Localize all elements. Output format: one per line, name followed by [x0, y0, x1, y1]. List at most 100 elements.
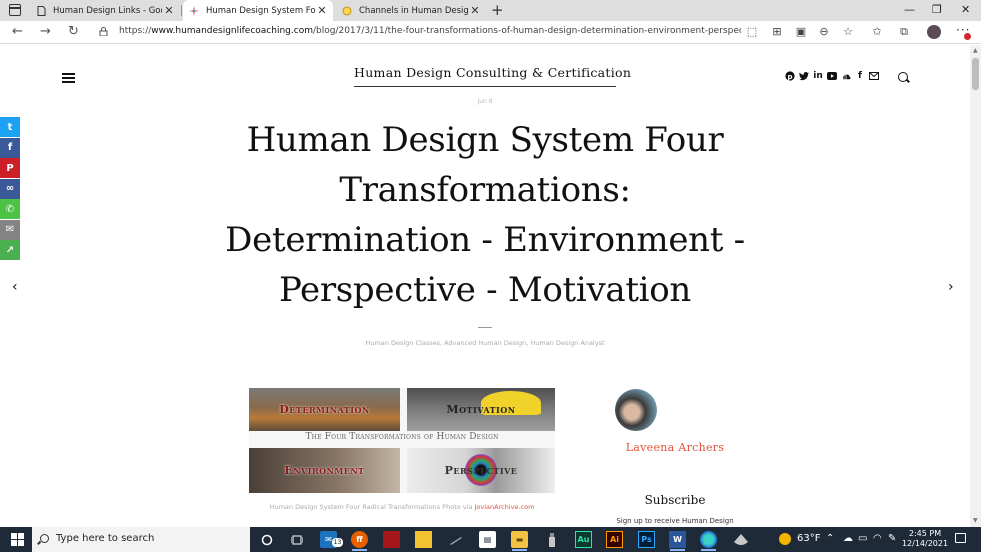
twitter-icon[interactable]: [799, 71, 809, 81]
featured-image: Determination Motivation The Four Transf…: [249, 388, 555, 493]
tab-title: Human Design System Four Transformations: [206, 5, 315, 16]
tab-human-design-links[interactable]: Human Design Links - Google Do ✕: [30, 0, 180, 21]
title-divider: [478, 327, 492, 328]
twitter-share-icon[interactable]: t: [0, 117, 20, 137]
red-app-icon[interactable]: [383, 531, 400, 548]
youtube-icon[interactable]: [827, 71, 837, 81]
zoom-icon[interactable]: ⊖: [818, 26, 830, 38]
whatsapp-share-icon[interactable]: ✆: [0, 199, 20, 219]
previous-post-chevron-icon[interactable]: ‹: [12, 279, 18, 295]
edge-icon[interactable]: [700, 531, 717, 551]
battery-icon[interactable]: ▭: [858, 533, 867, 544]
url-field[interactable]: https://www.humandesignlifecoaching.com/…: [119, 26, 741, 36]
show-hidden-icons-chevron-up-icon[interactable]: ⌃: [826, 533, 834, 544]
image-credit-link[interactable]: JovianArchive.com: [475, 503, 535, 511]
pinterest-share-icon[interactable]: P: [0, 158, 20, 178]
author-avatar: [615, 389, 657, 431]
task-view-icon[interactable]: [288, 531, 305, 548]
url-path: /blog/2017/3/11/the-four-transformations…: [312, 26, 741, 36]
tab-four-transformations[interactable]: Human Design System Four Transformations…: [183, 0, 333, 21]
add-favorite-icon[interactable]: ☆: [842, 26, 854, 38]
address-toolbar: ← → ↻ https://www.humandesignlifecoachin…: [0, 21, 981, 44]
read-aloud-icon[interactable]: ⬚: [746, 26, 758, 38]
temperature[interactable]: 63°F: [797, 533, 820, 544]
favorites-icon[interactable]: ✩: [871, 26, 883, 38]
weather-sun-icon[interactable]: [779, 533, 791, 545]
back-icon[interactable]: ←: [12, 24, 23, 39]
cortana-icon[interactable]: [258, 531, 275, 548]
author-name[interactable]: Laveena Archers: [595, 441, 755, 454]
tab-title: Human Design Links - Google Do: [53, 5, 162, 16]
search-icon[interactable]: [898, 72, 908, 82]
profile-avatar[interactable]: [927, 25, 941, 39]
image-credit-text: Human Design System Four Radical Transfo…: [269, 503, 475, 511]
site-title[interactable]: Human Design Consulting & Certification: [354, 65, 631, 80]
firefox-icon[interactable]: ff: [351, 531, 368, 551]
pinterest-icon[interactable]: p: [785, 71, 795, 81]
pen-tray-icon[interactable]: ✎: [888, 533, 896, 544]
scroll-up-icon[interactable]: ▲: [973, 47, 978, 54]
file-explorer-icon[interactable]: ▬: [511, 531, 528, 551]
url-prefix: https://: [119, 26, 152, 36]
minimize-icon[interactable]: —: [904, 3, 915, 16]
app-grid-icon[interactable]: ⊞: [771, 26, 783, 38]
store-icon[interactable]: ▤: [479, 531, 496, 548]
image-tile-motivation: Motivation: [407, 388, 555, 431]
windows-start-icon[interactable]: [11, 533, 24, 546]
inkscape-icon[interactable]: [732, 531, 749, 548]
tab-actions-menu-icon[interactable]: [9, 4, 21, 16]
immersive-reader-icon[interactable]: ▣: [795, 26, 807, 38]
next-post-chevron-icon[interactable]: ›: [948, 279, 954, 295]
copy-link-icon[interactable]: ∞: [0, 178, 20, 199]
facebook-icon[interactable]: f: [855, 71, 865, 81]
action-center-icon[interactable]: [955, 533, 966, 543]
wifi-icon[interactable]: ◠: [873, 533, 882, 544]
photoshop-icon[interactable]: Ps: [638, 531, 655, 548]
new-tab-button[interactable]: +: [491, 1, 504, 19]
soundcloud-icon[interactable]: [841, 71, 851, 81]
taskbar-search-box[interactable]: Type here to search: [32, 527, 250, 552]
collections-icon[interactable]: ⧉: [898, 26, 910, 38]
scroll-down-icon[interactable]: ▼: [973, 517, 978, 524]
email-icon[interactable]: [869, 71, 879, 81]
document-icon: [36, 5, 46, 16]
close-window-icon[interactable]: ✕: [961, 3, 970, 16]
close-tab-icon[interactable]: ✕: [468, 4, 482, 17]
clock-time: 2:45 PM: [908, 529, 942, 538]
illustrator-icon[interactable]: Ai: [606, 531, 623, 548]
word-icon[interactable]: W: [669, 531, 686, 551]
site-title-underline: [354, 86, 616, 87]
tile-label: Perspective: [444, 464, 518, 477]
onedrive-icon[interactable]: ☁: [843, 533, 853, 544]
notification-badge: [964, 33, 971, 40]
tile-label: Environment: [284, 464, 365, 477]
close-tab-icon[interactable]: ✕: [162, 4, 176, 17]
usb-app-icon[interactable]: [543, 531, 560, 548]
lock-icon[interactable]: [99, 27, 108, 36]
menu-icon[interactable]: [62, 73, 75, 83]
forward-icon[interactable]: →: [40, 24, 51, 39]
clock-date: 12/14/2021: [901, 539, 949, 548]
image-caption: The Four Transformations of Human Design: [305, 432, 499, 442]
scrollbar-thumb[interactable]: [972, 58, 979, 90]
email-share-icon[interactable]: ✉: [0, 219, 20, 240]
svg-text:p: p: [787, 73, 792, 81]
system-clock[interactable]: 2:45 PM 12/14/2021: [900, 529, 950, 549]
page-scrollbar[interactable]: [970, 45, 981, 527]
close-tab-icon[interactable]: ✕: [315, 4, 329, 17]
post-categories[interactable]: Human Design Classes, Advanced Human Des…: [330, 339, 640, 347]
share-sidebar: t f P ∞ ✆ ✉ ↗: [0, 117, 20, 261]
more-share-options-icon[interactable]: ↗: [0, 240, 20, 260]
mail-unread-badge: 13: [332, 538, 343, 547]
tab-separator: [181, 5, 182, 16]
linkedin-icon[interactable]: in: [813, 71, 823, 81]
audition-icon[interactable]: Au: [575, 531, 592, 548]
sticky-notes-icon[interactable]: [415, 531, 432, 548]
maximize-icon[interactable]: ❐: [932, 3, 942, 16]
pen-app-icon[interactable]: [447, 531, 464, 548]
facebook-share-icon[interactable]: f: [0, 137, 20, 158]
tile-label: Determination: [279, 403, 370, 416]
squarespace-star-icon: [189, 5, 199, 16]
tab-channels[interactable]: Channels in Human Design maxi ✕: [336, 0, 486, 21]
refresh-icon[interactable]: ↻: [68, 24, 79, 39]
